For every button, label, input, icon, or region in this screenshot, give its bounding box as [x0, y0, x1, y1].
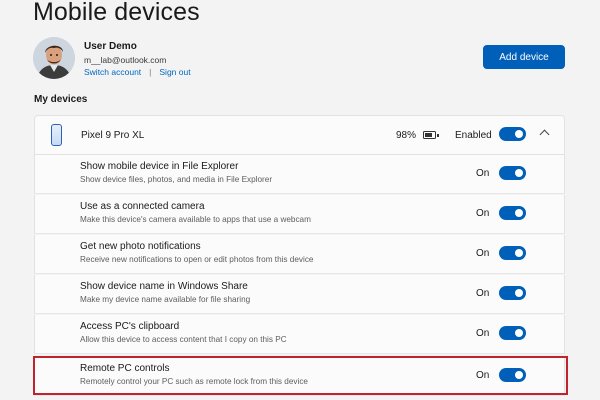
chevron-up-icon[interactable] [539, 129, 550, 140]
setting-row-photo-notifications: Get new photo notifications Receive new … [34, 235, 565, 274]
setting-title: Access PC's clipboard [80, 321, 180, 332]
battery-level: 98% [396, 130, 417, 141]
photo-notifications-toggle[interactable] [499, 246, 526, 260]
setting-state-label: On [476, 328, 490, 339]
setting-title: Get new photo notifications [80, 241, 201, 252]
page-title: Mobile devices [33, 0, 200, 26]
setting-description: Show device files, photos, and media in … [80, 175, 273, 184]
setting-state-label: On [476, 208, 490, 219]
setting-title: Show device name in Windows Share [80, 281, 248, 292]
user-name: User Demo [84, 41, 137, 52]
device-name: Pixel 9 Pro XL [81, 130, 145, 141]
add-device-button[interactable]: Add device [483, 45, 565, 69]
setting-state-label: On [476, 168, 490, 179]
setting-description: Remotely control your PC such as remote … [80, 377, 308, 386]
link-separator: | [149, 67, 152, 77]
connected-camera-toggle[interactable] [499, 206, 526, 220]
phone-icon [51, 124, 62, 146]
switch-account-link[interactable]: Switch account [84, 67, 141, 77]
setting-row-clipboard: Access PC's clipboard Allow this device … [34, 315, 565, 354]
setting-row-windows-share: Show device name in Windows Share Make m… [34, 275, 565, 314]
battery-icon [423, 131, 439, 139]
setting-state-label: On [476, 370, 490, 381]
setting-row-remote-pc-controls: Remote PC controls Remotely control your… [34, 357, 565, 396]
setting-title: Remote PC controls [80, 363, 170, 374]
device-enabled-toggle[interactable] [499, 127, 526, 141]
setting-description: Receive new notifications to open or edi… [80, 255, 314, 264]
setting-state-label: On [476, 288, 490, 299]
device-card-header[interactable]: Pixel 9 Pro XL 98% Enabled [34, 115, 565, 155]
setting-description: Allow this device to access content that… [80, 335, 287, 344]
setting-description: Make this device's camera available to a… [80, 215, 311, 224]
setting-row-connected-camera: Use as a connected camera Make this devi… [34, 195, 565, 234]
setting-description: Make my device name available for file s… [80, 295, 251, 304]
windows-share-toggle[interactable] [499, 286, 526, 300]
file-explorer-toggle[interactable] [499, 166, 526, 180]
account-links: Switch account | Sign out [84, 67, 191, 77]
avatar-illustration [33, 37, 75, 79]
section-label-my-devices: My devices [34, 94, 88, 105]
remote-pc-controls-toggle[interactable] [499, 368, 526, 382]
setting-title: Use as a connected camera [80, 201, 205, 212]
device-enabled-label: Enabled [455, 130, 492, 141]
sign-out-link[interactable]: Sign out [159, 67, 190, 77]
setting-row-file-explorer: Show mobile device in File Explorer Show… [34, 155, 565, 194]
avatar [33, 37, 75, 79]
clipboard-toggle[interactable] [499, 326, 526, 340]
setting-state-label: On [476, 248, 490, 259]
user-email: m__lab@outlook.com [84, 55, 167, 65]
setting-title: Show mobile device in File Explorer [80, 161, 239, 172]
